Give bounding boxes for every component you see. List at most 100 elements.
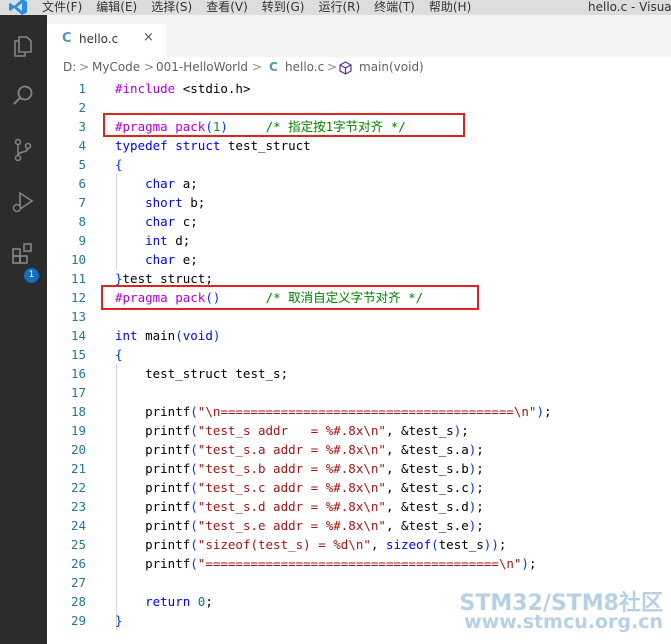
code-line: 22 printf("test_s.c addr = %#.8x\n", &te… bbox=[47, 478, 671, 497]
line-number: 16 bbox=[70, 366, 86, 381]
code-text: typedef struct test_struct bbox=[115, 138, 311, 153]
source-control-icon[interactable] bbox=[10, 137, 36, 163]
line-number: 5 bbox=[78, 157, 86, 172]
breadcrumb-symbol[interactable]: main(void) bbox=[359, 60, 424, 74]
code-text: printf("================================… bbox=[115, 556, 537, 571]
code-text: char e; bbox=[145, 252, 198, 267]
line-number: 12 bbox=[70, 290, 86, 305]
breadcrumb-mycode[interactable]: MyCode bbox=[92, 60, 140, 74]
line-number: 10 bbox=[70, 252, 86, 267]
code-text: return 0; bbox=[145, 594, 213, 609]
code-line: 9 int d; bbox=[47, 231, 671, 250]
code-line: 24 printf("test_s.e addr = %#.8x\n", &te… bbox=[47, 516, 671, 535]
menu-edit[interactable]: 编辑(E) bbox=[96, 0, 137, 14]
chevron-right-icon: > bbox=[79, 60, 90, 74]
line-number: 26 bbox=[70, 556, 86, 571]
line-number: 19 bbox=[70, 423, 86, 438]
menu-help[interactable]: 帮助(H) bbox=[429, 0, 471, 14]
code-text: printf("test_s.a addr = %#.8x\n", &test_… bbox=[115, 442, 484, 457]
code-line: 23 printf("test_s.d addr = %#.8x\n", &te… bbox=[47, 497, 671, 516]
search-icon[interactable] bbox=[10, 83, 36, 109]
code-text: printf("test_s.d addr = %#.8x\n", &test_… bbox=[115, 499, 484, 514]
watermark-url: www.stmcu.org.cn bbox=[464, 611, 663, 633]
line-number: 21 bbox=[70, 461, 86, 476]
code-text: printf("test_s.c addr = %#.8x\n", &test_… bbox=[115, 480, 484, 495]
activity-bar: 1 bbox=[0, 15, 47, 644]
menu-items: 文件(F) 编辑(E) 选择(S) 查看(V) 转到(G) 运行(R) 终端(T… bbox=[42, 0, 471, 14]
code-line: 8 char c; bbox=[47, 212, 671, 231]
code-text: int d; bbox=[145, 233, 191, 248]
menu-go[interactable]: 转到(G) bbox=[262, 0, 305, 14]
line-number: 1 bbox=[78, 81, 86, 96]
line-number: 28 bbox=[70, 594, 86, 609]
code-line: 20 printf("test_s.a addr = %#.8x\n", &te… bbox=[47, 440, 671, 459]
vscode-logo-icon bbox=[9, 0, 27, 15]
code-line: 18 printf("\n===========================… bbox=[47, 402, 671, 421]
breadcrumb-file[interactable]: hello.c bbox=[285, 60, 324, 74]
code-line: 4 typedef struct test_struct bbox=[47, 136, 671, 155]
line-number: 3 bbox=[78, 119, 86, 134]
menu-view[interactable]: 查看(V) bbox=[206, 0, 248, 14]
chevron-right-icon: > bbox=[144, 60, 155, 74]
code-line: 10 char e; bbox=[47, 250, 671, 269]
run-debug-icon[interactable] bbox=[10, 189, 36, 215]
code-text: printf("test_s.b addr = %#.8x\n", &test_… bbox=[115, 461, 484, 476]
line-number: 8 bbox=[78, 214, 86, 229]
breadcrumb-drive[interactable]: D: bbox=[63, 60, 76, 74]
menu-file[interactable]: 文件(F) bbox=[42, 0, 82, 14]
code-line: 17 bbox=[47, 383, 671, 402]
chevron-right-icon: > bbox=[252, 60, 263, 74]
line-number: 17 bbox=[70, 385, 86, 400]
highlight-box-pragma-pack-1 bbox=[103, 113, 465, 137]
close-icon[interactable]: × bbox=[143, 30, 154, 45]
line-number: 25 bbox=[70, 537, 86, 552]
code-line: 16 test_struct test_s; bbox=[47, 364, 671, 383]
tab-label: hello.c bbox=[79, 32, 119, 46]
code-text: short b; bbox=[145, 195, 206, 210]
code-line: 14 int main(void) bbox=[47, 326, 671, 345]
line-number: 15 bbox=[70, 347, 86, 362]
menu-run[interactable]: 运行(R) bbox=[318, 0, 360, 14]
line-number: 14 bbox=[70, 328, 86, 343]
code-editor[interactable]: 1 #include <stdio.h> 2 3 #pragma pack(1)… bbox=[47, 79, 671, 644]
code-text: printf("test_s.e addr = %#.8x\n", &test_… bbox=[115, 518, 484, 533]
line-number: 6 bbox=[78, 176, 86, 191]
line-number: 13 bbox=[70, 309, 86, 324]
menu-terminal[interactable]: 终端(T) bbox=[374, 0, 415, 14]
line-number: 23 bbox=[70, 499, 86, 514]
window-title: hello.c - Visual S bbox=[588, 0, 671, 14]
code-line: 19 printf("test_s addr = %#.8x\n", &test… bbox=[47, 421, 671, 440]
chevron-right-icon: > bbox=[327, 60, 338, 74]
line-number: 27 bbox=[70, 575, 86, 590]
code-text: } bbox=[115, 613, 123, 628]
code-text: char c; bbox=[145, 214, 198, 229]
line-number: 2 bbox=[78, 100, 86, 115]
code-text: { bbox=[115, 347, 123, 362]
code-text: #include <stdio.h> bbox=[115, 81, 251, 96]
code-text: { bbox=[115, 157, 123, 172]
code-line: 5 { bbox=[47, 155, 671, 174]
highlight-box-pragma-pack-reset bbox=[101, 285, 479, 310]
code-line: 21 printf("test_s.b addr = %#.8x\n", &te… bbox=[47, 459, 671, 478]
explorer-icon[interactable] bbox=[10, 33, 36, 59]
code-text: printf("\n==============================… bbox=[115, 404, 552, 419]
line-number: 24 bbox=[70, 518, 86, 533]
extensions-badge: 1 bbox=[24, 268, 39, 283]
code-text: int main(void) bbox=[115, 328, 221, 343]
method-cube-icon bbox=[339, 61, 352, 75]
extensions-icon[interactable] bbox=[10, 241, 36, 267]
code-text: printf("sizeof(test_s) = %d\n", sizeof(t… bbox=[115, 537, 507, 552]
code-line: 25 printf("sizeof(test_s) = %d\n", sizeo… bbox=[47, 535, 671, 554]
menu-selection[interactable]: 选择(S) bbox=[151, 0, 192, 14]
tab-bar: C hello.c × bbox=[47, 15, 671, 57]
code-line: 15 { bbox=[47, 345, 671, 364]
breadcrumb-folder[interactable]: 001-HelloWorld bbox=[156, 60, 248, 74]
line-number: 4 bbox=[78, 138, 86, 153]
line-number: 22 bbox=[70, 480, 86, 495]
line-number: 7 bbox=[78, 195, 86, 210]
code-text: printf("test_s addr = %#.8x\n", &test_s)… bbox=[115, 423, 469, 438]
line-number: 9 bbox=[78, 233, 86, 248]
code-text: test_struct test_s; bbox=[115, 366, 289, 381]
tab-hello-c[interactable]: C hello.c × bbox=[47, 24, 167, 57]
menu-bar: 文件(F) 编辑(E) 选择(S) 查看(V) 转到(G) 运行(R) 终端(T… bbox=[0, 0, 671, 15]
